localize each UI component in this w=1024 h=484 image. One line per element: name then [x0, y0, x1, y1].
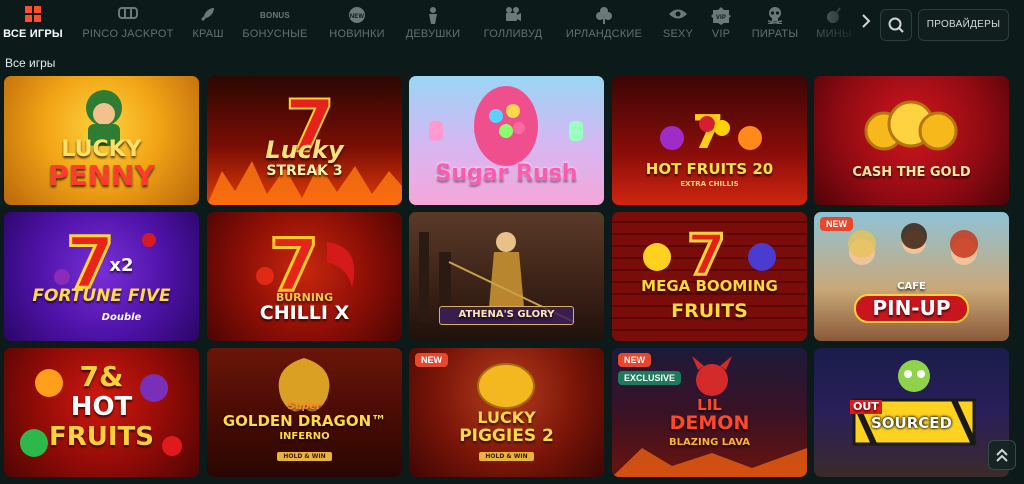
game-subtitle: INFERNO — [279, 431, 330, 442]
new-badge: NEW — [820, 217, 853, 231]
game-tile-fortune-five[interactable]: 7 x2 FORTUNE FIVE Double — [4, 212, 199, 341]
rocket-icon — [188, 6, 228, 26]
game-title: CHILLI X — [259, 302, 350, 324]
game-title: MEGA BOOMING — [641, 277, 778, 295]
tab-label: SEXY — [662, 28, 694, 40]
game-multiplier: x2 — [109, 255, 134, 276]
game-tile-athenas-glory[interactable]: ATHENA'S GLORY — [409, 212, 604, 341]
game-tile-lucky-streak-3[interactable]: 7 Lucky STREAK 3 — [207, 76, 402, 205]
category-nav: ВСЕ ИГРЫ PINCO JACKPOT КРАШ BONUS БОНУСН… — [0, 0, 1024, 50]
clover-icon — [562, 6, 646, 26]
nav-scroll-right-button[interactable] — [858, 14, 874, 34]
games-grid: LUCKY PENNY 7 Lucky STREAK 3 Sugar Rush … — [4, 76, 1020, 484]
game-title: ATHENA'S GLORY — [439, 306, 574, 325]
game-title: Lucky — [265, 136, 344, 164]
game-tile-lucky-piggies-2[interactable]: NEW LUCKY PIGGIES 2 HOLD & WIN — [409, 348, 604, 477]
tab-label: VIP — [711, 28, 731, 40]
eye-icon — [660, 6, 696, 26]
game-tile-sugar-rush[interactable]: Sugar Rush — [409, 76, 604, 205]
camera-icon — [478, 6, 548, 26]
tab-label: ДЕВУШКИ — [405, 28, 461, 40]
game-subtitle: BLAZING LAVA — [669, 437, 750, 448]
search-icon — [888, 17, 904, 33]
game-subtitle: Double — [101, 312, 142, 323]
game-title: CASH THE GOLD — [852, 165, 971, 180]
tab-irish[interactable]: ИРЛАНДСКИЕ — [562, 6, 646, 46]
svg-text:NEW: NEW — [350, 14, 365, 20]
game-title: FORTUNE FIVE — [32, 286, 171, 306]
girl-icon — [402, 6, 464, 26]
game-title: SOURCED — [871, 414, 952, 432]
game-subtitle: CAFE — [897, 281, 926, 292]
chevron-right-icon — [862, 14, 871, 28]
search-button[interactable] — [880, 9, 912, 41]
game-tile-out-sourced[interactable]: OUT SOURCED — [814, 348, 1009, 477]
game-title: LUCKY — [61, 137, 142, 162]
tab-all-games[interactable]: ВСЕ ИГРЫ — [2, 6, 64, 46]
bonus-icon: BONUS — [260, 11, 290, 20]
tab-new[interactable]: NEW НОВИНКИ — [326, 6, 388, 46]
tab-girls[interactable]: ДЕВУШКИ — [402, 6, 464, 46]
game-tile-mega-booming-fruits[interactable]: 7 MEGA BOOMING FRUITS — [612, 212, 807, 341]
game-tile-golden-dragon-inferno[interactable]: Super GOLDEN DRAGON™ INFERNO HOLD & WIN — [207, 348, 402, 477]
new-icon: NEW — [326, 6, 388, 26]
game-title: GOLDEN DRAGON™ — [222, 412, 387, 430]
tab-label: ИРЛАНДСКИЕ — [565, 28, 643, 40]
game-tile-lucky-penny[interactable]: LUCKY PENNY — [4, 76, 199, 205]
bomb-icon — [814, 6, 854, 26]
providers-button[interactable]: ПРОВАЙДЕРЫ — [918, 9, 1009, 41]
game-title: HOT — [70, 392, 133, 422]
grid-icon — [2, 6, 64, 26]
game-title: PIGGIES 2 — [459, 426, 554, 446]
double-chevron-up-icon — [996, 448, 1008, 462]
game-tile-cafe-pin-up[interactable]: NEW CAFE PIN-UP — [814, 212, 1009, 341]
tab-label: ПИРАТЫ — [751, 28, 799, 40]
svg-text:VIP: VIP — [716, 15, 726, 21]
game-title: LUCKY — [477, 408, 536, 427]
game-tag: HOLD & WIN — [479, 452, 534, 461]
game-subtitle: OUT — [850, 400, 882, 414]
game-subtitle: STREAK 3 — [266, 163, 343, 179]
game-tile-cash-the-gold[interactable]: CASH THE GOLD — [814, 76, 1009, 205]
exclusive-badge: EXCLUSIVE — [618, 371, 682, 385]
tab-hollywood[interactable]: ГОЛЛИВУД — [478, 6, 548, 46]
section-title: Все игры — [5, 56, 56, 70]
game-title: DEMON — [669, 412, 750, 434]
game-title: HOT FRUITS 20 — [645, 160, 774, 178]
new-badge: NEW — [415, 353, 448, 367]
skull-icon — [748, 6, 802, 26]
game-tile-hot-fruits-20[interactable]: 7 HOT FRUITS 20 EXTRA CHILLIS — [612, 76, 807, 205]
game-title: FRUITS — [671, 300, 748, 322]
game-title: Sugar Rush — [435, 161, 578, 186]
vip-icon: VIP — [706, 6, 736, 26]
game-title: PENNY — [48, 159, 155, 192]
tab-label: НОВИНКИ — [329, 28, 385, 40]
tab-bonus[interactable]: BONUS БОНУСНЫЕ — [240, 6, 310, 46]
tab-sexy[interactable]: SEXY — [660, 6, 696, 46]
tab-label: КРАШ — [192, 28, 224, 40]
tab-pirates[interactable]: ПИРАТЫ — [748, 6, 802, 46]
tab-label: ВСЕ ИГРЫ — [3, 28, 63, 40]
tab-mines[interactable]: МИНЫ — [814, 6, 854, 46]
tab-pinco-jackpot[interactable]: PINCO JACKPOT — [80, 6, 176, 46]
game-tile-7-hot-fruits[interactable]: 7& HOT FRUITS — [4, 348, 199, 477]
scroll-to-top-button[interactable] — [988, 440, 1016, 470]
tab-crash[interactable]: КРАШ — [188, 6, 228, 46]
game-tile-burning-chilli-x[interactable]: 7 BURNING CHILLI X — [207, 212, 402, 341]
game-title: FRUITS — [48, 422, 155, 452]
game-subtitle: EXTRA CHILLIS — [680, 180, 739, 188]
game-title: PIN-UP — [854, 294, 969, 323]
game-subtitle: Super — [287, 401, 322, 412]
tab-vip[interactable]: VIP VIP — [706, 6, 736, 46]
game-subtitle: 7& — [79, 360, 124, 393]
game-tile-lil-demon[interactable]: NEW EXCLUSIVE LIL DEMON BLAZING LAVA — [612, 348, 807, 477]
tab-label: ГОЛЛИВУД — [483, 28, 543, 40]
game-tag: HOLD & WIN — [277, 452, 332, 461]
tab-label: PINCO JACKPOT — [82, 28, 174, 40]
new-badge: NEW — [618, 353, 651, 367]
tab-label: МИНЫ — [816, 28, 852, 40]
tab-label: БОНУСНЫЕ — [242, 28, 308, 40]
jackpot-icon — [80, 6, 176, 26]
